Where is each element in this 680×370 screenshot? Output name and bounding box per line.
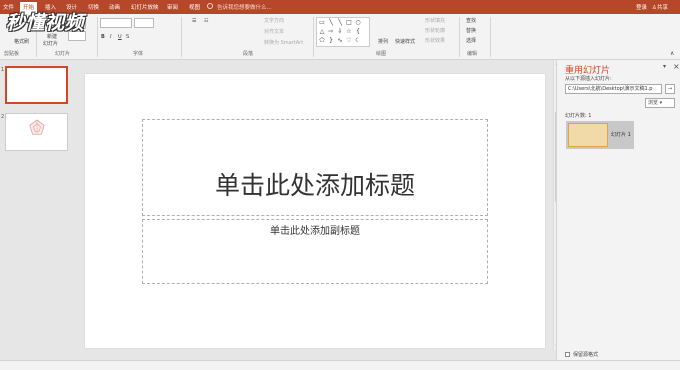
- go-arrow-icon[interactable]: →: [665, 84, 675, 94]
- arrange-button[interactable]: 排列: [378, 38, 388, 45]
- bullets-icon[interactable]: ☰: [192, 18, 196, 24]
- group-divider: [313, 17, 314, 57]
- shape-effects-button[interactable]: 形状效果: [425, 37, 445, 44]
- title-placeholder[interactable]: 单击此处添加标题: [142, 119, 488, 216]
- group-label-paragraph: 段落: [243, 51, 254, 57]
- arrow-shape-icon[interactable]: ⇨: [327, 28, 335, 35]
- oval-shape-icon[interactable]: ○: [354, 19, 362, 26]
- arrow-shape-icon[interactable]: ⇩: [336, 28, 344, 35]
- tell-me-box[interactable]: 告诉我您想要做什么...: [217, 3, 272, 11]
- pane-options-icon[interactable]: ▾: [663, 63, 666, 70]
- font-name-box[interactable]: [100, 18, 132, 28]
- pentagon-shape-icon[interactable]: ⬠: [318, 37, 326, 44]
- numbering-icon[interactable]: ☷: [204, 18, 208, 24]
- group-divider: [459, 17, 460, 57]
- reuse-slide-thumbnail[interactable]: [568, 123, 608, 147]
- tab-transitions[interactable]: 切换: [88, 3, 99, 11]
- group-label-drawing: 绘图: [376, 51, 387, 57]
- star-shape-icon[interactable]: ☆: [345, 28, 353, 35]
- slide-number: 2: [1, 114, 5, 120]
- format-painter-button[interactable]: 格式刷: [14, 38, 29, 45]
- font-size-box[interactable]: [134, 18, 154, 28]
- group-divider: [490, 17, 491, 57]
- slide-thumbnail-pane: 1 2: [0, 60, 76, 370]
- italic-icon[interactable]: I: [110, 34, 111, 40]
- share-label: 共享: [656, 5, 668, 11]
- textbox-shape-icon[interactable]: ▭: [318, 19, 326, 26]
- shapes-gallery[interactable]: ▭ ╲ ╲ □ ○ △ ⇨ ⇩ ☆ { ⬠ } ∿ ♡ ☾: [316, 17, 370, 47]
- heart-shape-icon[interactable]: ♡: [345, 37, 353, 44]
- quick-styles-button[interactable]: 快速样式: [395, 38, 415, 45]
- bold-icon[interactable]: B: [101, 34, 105, 40]
- watermark-logo: 秒懂视频: [6, 12, 85, 34]
- moon-shape-icon[interactable]: ☾: [354, 37, 362, 44]
- tab-animations[interactable]: 动画: [109, 3, 120, 11]
- reuse-slide-card[interactable]: 幻灯片 1: [566, 121, 634, 149]
- group-divider: [181, 17, 182, 57]
- browse-button[interactable]: 浏览 ▾: [645, 98, 675, 108]
- tab-slideshow[interactable]: 幻灯片放映: [131, 3, 159, 11]
- shape-outline-button[interactable]: 形状轮廓: [425, 27, 445, 34]
- status-bar: [0, 360, 680, 370]
- triangle-shape-icon[interactable]: △: [318, 28, 326, 35]
- group-label-font: 字体: [133, 51, 144, 57]
- text-direction-button[interactable]: 文字方向: [264, 17, 284, 24]
- login-link[interactable]: 登录: [636, 3, 647, 11]
- replace-button[interactable]: 替换: [466, 27, 476, 34]
- tab-review[interactable]: 审阅: [167, 3, 178, 11]
- close-icon[interactable]: ×: [673, 62, 680, 71]
- convert-smartart-button[interactable]: 转换为 SmartArt: [264, 39, 303, 46]
- source-path-input[interactable]: C:\Users\北航\Desktop\演示文稿1.p: [565, 84, 662, 94]
- shadow-icon[interactable]: S: [126, 34, 129, 40]
- slide-number: 1: [1, 67, 5, 73]
- slide-canvas[interactable]: 单击此处添加标题 单击此处添加副标题: [85, 74, 545, 348]
- slide-edit-area: 单击此处添加标题 单击此处添加副标题 ▲ ▼: [76, 60, 559, 360]
- slide-thumbnail[interactable]: [5, 66, 68, 104]
- share-button[interactable]: ♙共享: [652, 3, 668, 11]
- tab-view[interactable]: 视图: [189, 3, 200, 11]
- slide-thumbnail[interactable]: [5, 113, 68, 151]
- slide-count-label: 幻灯片数: 1: [565, 113, 592, 119]
- title-placeholder-text: 单击此处添加标题: [214, 171, 415, 200]
- browse-label: 浏览: [648, 100, 659, 106]
- ribbon: 格式刷 剪贴板 新建 幻灯片 幻灯片 B I U S 字体 ☰ ☷ 文字方向 对…: [0, 14, 680, 60]
- subtitle-placeholder[interactable]: 单击此处添加副标题: [142, 219, 488, 284]
- chart-shape-icon: [29, 119, 45, 135]
- tab-bar: 文件 开始 插入 设计 切换 动画 幻灯片放映 审阅 视图 告诉我您想要做什么.…: [0, 0, 680, 14]
- brace-shape-icon[interactable]: }: [327, 37, 335, 44]
- line-shape-icon[interactable]: ╲: [336, 19, 344, 26]
- align-text-button[interactable]: 对齐文本: [264, 28, 284, 35]
- keep-format-label: 保留源格式: [573, 352, 599, 358]
- collapse-ribbon-icon[interactable]: ∧: [670, 50, 674, 57]
- insert-source-label: 从以下源插入幻灯片:: [565, 76, 612, 82]
- brace-shape-icon[interactable]: {: [354, 28, 362, 35]
- lightbulb-icon: [207, 3, 213, 9]
- underline-icon[interactable]: U: [118, 34, 122, 40]
- group-label-slides: 幻灯片: [55, 51, 71, 57]
- reuse-slide-label: 幻灯片 1: [611, 132, 631, 138]
- curve-shape-icon[interactable]: ∿: [336, 37, 344, 44]
- subtitle-placeholder-text: 单击此处添加副标题: [270, 226, 360, 237]
- keep-format-checkbox[interactable]: [565, 352, 570, 357]
- chevron-down-icon: ▾: [658, 100, 663, 106]
- select-button[interactable]: 选择: [466, 37, 476, 44]
- reuse-slides-pane: 重用幻灯片 ▾ × 从以下源插入幻灯片: C:\Users\北航\Desktop…: [556, 60, 680, 370]
- line-shape-icon[interactable]: ╲: [327, 19, 335, 26]
- rectangle-shape-icon[interactable]: □: [345, 19, 353, 26]
- shape-fill-button[interactable]: 形状填充: [425, 17, 445, 24]
- group-label-clipboard: 剪贴板: [4, 51, 20, 57]
- group-label-editing: 编辑: [467, 51, 478, 57]
- find-button[interactable]: 查找: [466, 17, 476, 24]
- new-slide-button-line2[interactable]: 幻灯片: [43, 40, 58, 47]
- group-divider: [97, 17, 98, 57]
